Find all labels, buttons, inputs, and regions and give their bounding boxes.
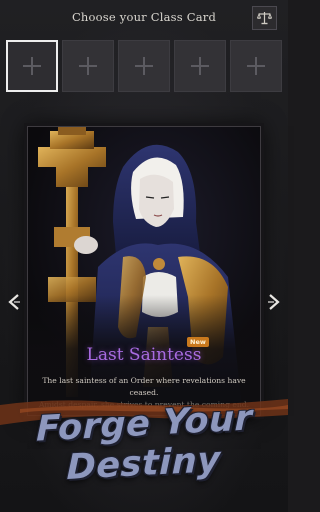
card-slot-4[interactable] bbox=[174, 40, 226, 92]
plus-icon bbox=[135, 57, 153, 75]
card-slot-1[interactable] bbox=[6, 40, 58, 92]
card-slot-5[interactable] bbox=[230, 40, 282, 92]
compare-button[interactable] bbox=[252, 6, 277, 30]
plus-icon bbox=[23, 57, 41, 75]
class-card-slots bbox=[6, 40, 282, 92]
next-card-button[interactable] bbox=[263, 290, 285, 314]
plus-icon bbox=[247, 57, 265, 75]
class-name: Last Saintess bbox=[86, 345, 202, 365]
class-card[interactable] bbox=[27, 126, 261, 416]
balance-scale-icon bbox=[257, 12, 272, 25]
card-slot-3[interactable] bbox=[118, 40, 170, 92]
page-title: Choose your Class Card bbox=[71, 10, 217, 24]
prev-card-button[interactable] bbox=[3, 290, 25, 314]
card-slot-2[interactable] bbox=[62, 40, 114, 92]
arrow-left-icon bbox=[8, 294, 20, 310]
plus-icon bbox=[79, 57, 97, 75]
plus-icon bbox=[191, 57, 209, 75]
promo-banner: Forge Your Destiny bbox=[0, 397, 289, 492]
arrow-right-icon bbox=[268, 294, 280, 310]
